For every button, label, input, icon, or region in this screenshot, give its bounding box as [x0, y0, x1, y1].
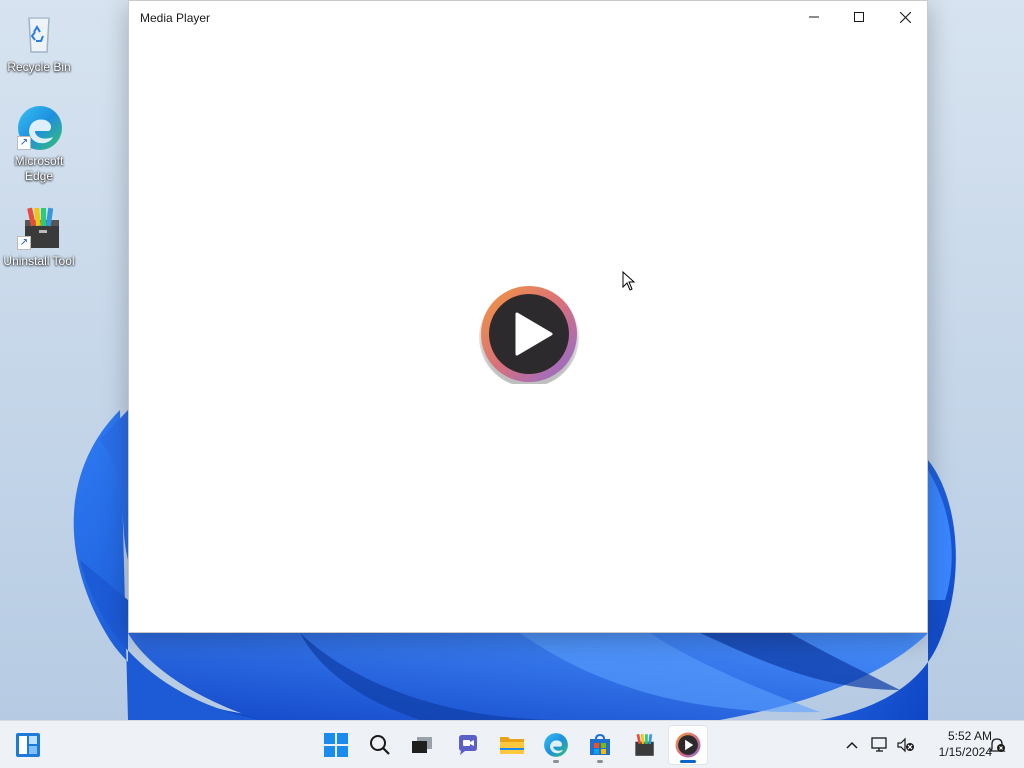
active-indicator: [680, 760, 696, 763]
minimize-button[interactable]: [791, 1, 837, 33]
desktop-icon-recycle-bin[interactable]: Recycle Bin: [2, 10, 76, 75]
window-title: Media Player: [140, 11, 211, 25]
play-icon: [479, 286, 579, 387]
desktop-icon-uninstall-tool[interactable]: ↗ Uninstall Tool: [2, 204, 76, 269]
media-player-content: [129, 34, 927, 632]
media-player-taskbar-button[interactable]: [668, 725, 708, 765]
chat-icon: [459, 735, 477, 755]
store-button[interactable]: [580, 725, 620, 765]
widgets-button[interactable]: [8, 725, 48, 765]
close-icon: [899, 11, 911, 23]
recycle-bin-icon: [15, 10, 63, 58]
uninstall-tool-taskbar-button[interactable]: [624, 725, 664, 765]
store-icon: [590, 733, 610, 755]
volume-button[interactable]: [894, 733, 918, 757]
media-player-icon: [675, 732, 701, 758]
maximize-icon: [854, 12, 864, 22]
desktop-icon-label: Recycle Bin: [7, 60, 71, 74]
search-button[interactable]: [360, 725, 400, 765]
uninstall-tool-icon: [635, 733, 654, 756]
title-bar[interactable]: Media Player: [129, 1, 927, 34]
running-indicator: [553, 760, 559, 763]
minimize-icon: [809, 16, 819, 18]
close-button[interactable]: [882, 1, 928, 33]
network-icon: [871, 737, 887, 752]
edge-taskbar-button[interactable]: [536, 725, 576, 765]
start-button[interactable]: [316, 725, 356, 765]
network-button[interactable]: [868, 733, 892, 757]
file-explorer-button[interactable]: [492, 725, 532, 765]
folder-icon: [500, 737, 524, 754]
widgets-icon: [16, 733, 40, 757]
search-icon: [370, 735, 390, 755]
chevron-up-icon: [846, 741, 858, 749]
show-hidden-icons-button[interactable]: [840, 733, 864, 757]
notification-icon: [988, 738, 1006, 752]
chat-button[interactable]: [448, 725, 488, 765]
system-clock[interactable]: 5:52 AM 1/15/2024: [920, 728, 992, 760]
play-button[interactable]: [479, 284, 579, 387]
desktop-icon-label: Uninstall Tool: [3, 254, 75, 268]
media-player-window: Media Player: [128, 0, 928, 633]
desktop-icon-label: Microsoft Edge: [14, 154, 64, 183]
taskbar: 5:52 AM 1/15/2024: [0, 720, 1024, 768]
maximize-button[interactable]: [836, 1, 882, 33]
task-view-icon: [412, 737, 432, 753]
shortcut-arrow-icon: ↗: [17, 236, 31, 250]
clock-time: 5:52 AM: [947, 729, 992, 743]
running-indicator: [597, 760, 603, 763]
edge-icon: ↗: [15, 104, 63, 152]
clock-date: 1/15/2024: [938, 745, 992, 759]
edge-icon: [544, 733, 568, 757]
uninstall-tool-icon: ↗: [15, 204, 63, 252]
volume-muted-icon: [897, 737, 914, 753]
shortcut-arrow-icon: ↗: [17, 136, 31, 150]
notifications-button[interactable]: [985, 733, 1009, 757]
task-view-button[interactable]: [402, 725, 442, 765]
windows-logo-icon: [324, 733, 348, 757]
desktop-icon-edge[interactable]: ↗ Microsoft Edge: [2, 104, 76, 184]
